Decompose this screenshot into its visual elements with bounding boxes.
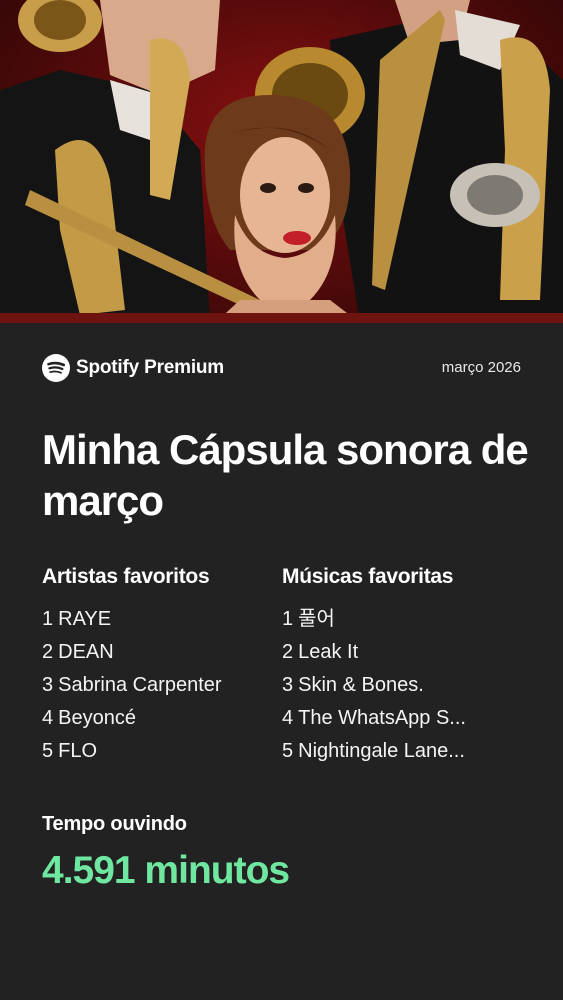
artist-name: DEAN — [58, 641, 114, 663]
song-rank: 4 — [282, 707, 294, 729]
artist-item: 3 Sabrina Carpenter — [42, 669, 272, 702]
artist-rank: 5 — [42, 740, 54, 762]
song-name: 풀어 — [298, 608, 335, 630]
song-rank: 3 — [282, 674, 294, 696]
artist-rank: 1 — [42, 608, 54, 630]
artist-item: 4 Beyoncé — [42, 702, 272, 735]
song-item: 1 풀어 — [282, 603, 522, 636]
listening-time-label: Tempo ouvindo — [42, 813, 187, 835]
brand: Spotify Premium — [42, 354, 224, 382]
artist-name: FLO — [58, 740, 98, 762]
brand-wordmark: Spotify — [76, 357, 139, 378]
artist-name: Sabrina Carpenter — [58, 674, 222, 696]
top-songs-heading: Músicas favoritas — [282, 565, 454, 588]
song-rank: 2 — [282, 641, 294, 663]
song-name: The WhatsApp S... — [298, 707, 466, 729]
song-item: 2 Leak It — [282, 636, 522, 669]
cover-bottom-band — [0, 313, 563, 323]
spotify-logo-icon — [42, 354, 70, 382]
song-item: 3 Skin & Bones. — [282, 669, 522, 702]
cover-photo — [0, 0, 563, 323]
song-item: 4 The WhatsApp S... — [282, 702, 522, 735]
song-list: 1 풀어 2 Leak It 3 Skin & Bones. 4 The WhatsAp… — [282, 603, 522, 768]
song-name: Leak It — [298, 641, 359, 663]
artist-list: 1 RAYE 2 DEAN 3 Sabrina Carpenter 4 Beyoncé … — [42, 603, 272, 768]
brand-tier: Premium — [144, 357, 225, 378]
listening-time-value: 4.591 minutos — [42, 849, 290, 892]
song-item: 5 Nightingale Lane... — [282, 735, 522, 768]
artist-name: Beyoncé — [58, 707, 136, 729]
song-name: Skin & Bones. — [298, 674, 424, 696]
page-title: Minha Cápsula sonora de março — [42, 426, 529, 524]
artist-rank: 2 — [42, 641, 54, 663]
artist-item: 5 FLO — [42, 735, 272, 768]
song-rank: 1 — [282, 608, 294, 630]
song-rank: 5 — [282, 740, 294, 762]
top-songs: Músicas favoritas 1 풀어 2 Leak It 3 Skin & B… — [282, 563, 522, 768]
song-name: Nightingale Lane... — [298, 740, 465, 762]
capsule-card: Spotify Premium março 2026 Minha Cápsula… — [0, 0, 563, 1000]
top-artists: Artistas favoritos 1 RAYE 2 DEAN 3 Sabrina … — [42, 563, 272, 768]
brand-name: Spotify Premium — [76, 357, 224, 379]
artist-name: RAYE — [58, 608, 112, 630]
artist-item: 2 DEAN — [42, 636, 272, 669]
top-artists-heading: Artistas favoritos — [42, 565, 210, 588]
band-illustration — [0, 0, 563, 323]
artist-rank: 4 — [42, 707, 54, 729]
artist-rank: 3 — [42, 674, 54, 696]
artist-item: 1 RAYE — [42, 603, 272, 636]
period-date: março 2026 — [441, 359, 521, 376]
